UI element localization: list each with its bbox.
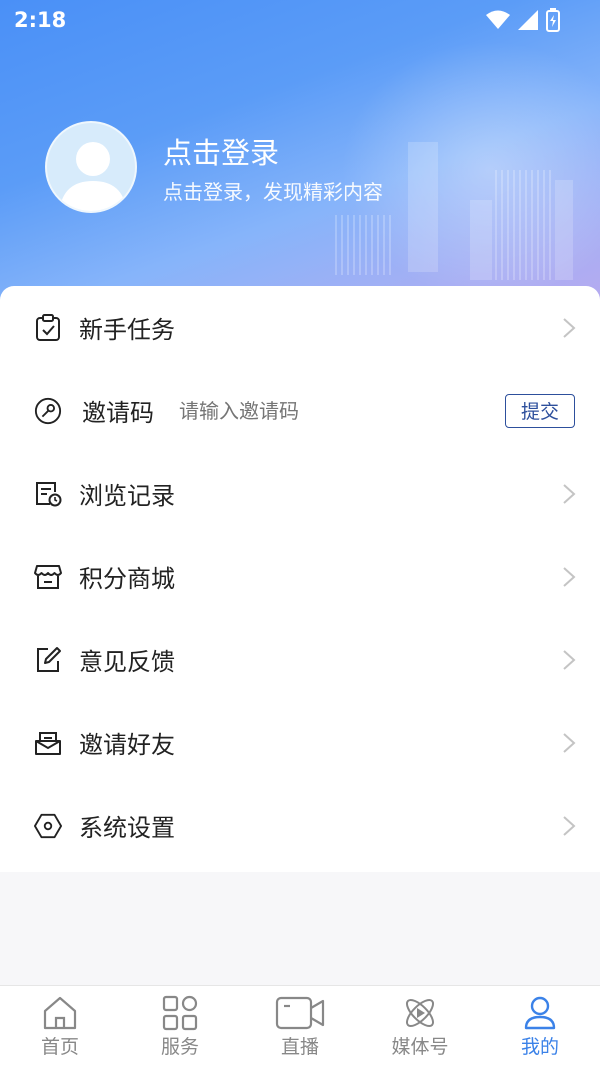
chevron-right-icon <box>563 566 576 587</box>
menu-item-points-mall[interactable]: 积分商城 <box>0 535 600 618</box>
video-icon <box>275 996 325 1030</box>
tab-media-account[interactable]: 媒体号 <box>360 986 480 1066</box>
atom-play-icon <box>406 999 434 1027</box>
decor-building <box>408 142 438 272</box>
history-doc-icon <box>34 480 62 508</box>
menu-item-label: 邀请好友 <box>79 731 175 759</box>
menu-item-invite-code: 邀请码 提交 <box>0 369 600 452</box>
decor-building <box>555 180 573 280</box>
chevron-right-icon <box>563 483 576 504</box>
tab-label: 服务 <box>160 1036 199 1058</box>
tab-mine[interactable]: 我的 <box>480 986 600 1066</box>
tab-home[interactable]: 首页 <box>0 986 120 1066</box>
battery-icon <box>546 8 560 32</box>
tab-label: 我的 <box>520 1036 559 1058</box>
menu-item-browse-history[interactable]: 浏览记录 <box>0 452 600 535</box>
login-title[interactable]: 点击登录 <box>163 130 279 172</box>
menu-item-label: 意见反馈 <box>79 648 175 676</box>
user-icon <box>524 996 556 1030</box>
shop-icon <box>34 563 62 591</box>
chevron-right-icon <box>563 815 576 836</box>
chevron-right-icon <box>563 317 576 338</box>
invite-code-input[interactable] <box>179 398 479 423</box>
menu-item-settings[interactable]: 系统设置 <box>0 784 600 867</box>
login-subtitle[interactable]: 点击登录，发现精彩内容 <box>163 176 383 205</box>
decor-building <box>470 200 492 280</box>
chevron-right-icon <box>563 649 576 670</box>
menu-item-label: 邀请码 <box>82 399 154 427</box>
status-time: 2:18 <box>14 8 67 32</box>
chevron-right-icon <box>563 732 576 753</box>
decor-building <box>335 215 395 275</box>
mail-icon <box>34 729 62 757</box>
submit-button[interactable]: 提交 <box>505 393 575 428</box>
tab-services[interactable]: 服务 <box>120 986 240 1066</box>
menu-item-invite-friends[interactable]: 邀请好友 <box>0 701 600 784</box>
avatar[interactable] <box>45 121 137 213</box>
menu-item-label: 浏览记录 <box>79 482 175 510</box>
status-icons <box>486 8 560 32</box>
default-avatar-icon <box>59 142 127 211</box>
clipboard-check-icon <box>34 313 62 342</box>
key-icon <box>34 397 62 425</box>
edit-icon <box>34 646 62 674</box>
status-bar: 2:18 <box>0 0 600 40</box>
menu-item-label: 积分商城 <box>79 565 175 593</box>
decor-building <box>495 170 555 280</box>
grid-icon <box>162 995 198 1031</box>
home-icon <box>43 996 77 1030</box>
wifi-icon <box>486 10 510 29</box>
tab-label: 媒体号 <box>391 1036 449 1058</box>
tab-label: 直播 <box>280 1036 319 1058</box>
menu-item-feedback[interactable]: 意见反馈 <box>0 618 600 701</box>
tab-label: 首页 <box>40 1036 79 1058</box>
bottom-tab-bar: 首页 服务 直播 媒体号 我的 <box>0 985 600 1066</box>
signal-icon <box>518 10 538 30</box>
menu-item-newbie-tasks[interactable]: 新手任务 <box>0 286 600 369</box>
menu-item-label: 新手任务 <box>79 316 175 344</box>
tab-live[interactable]: 直播 <box>240 986 360 1066</box>
settings-hex-icon <box>34 812 62 840</box>
menu-card: 新手任务 邀请码 提交 浏览记录 积分商城 意见反馈 邀请好友 <box>0 286 600 872</box>
menu-item-label: 系统设置 <box>79 814 175 842</box>
